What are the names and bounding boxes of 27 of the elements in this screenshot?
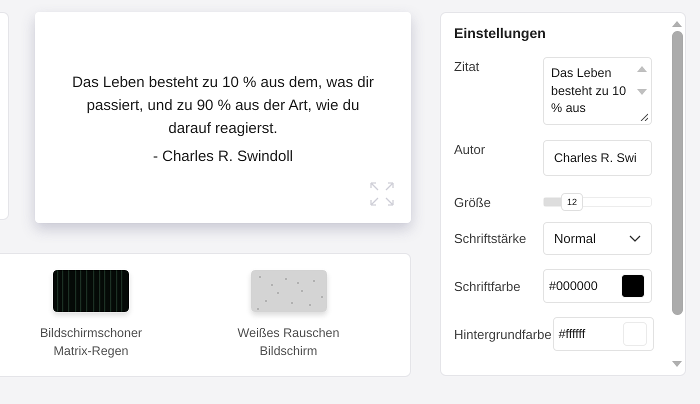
screensaver-title[interactable]: Bildschirmschoner Matrix-Regen — [26, 324, 156, 360]
quote-author: - Charles R. Swindoll — [152, 148, 293, 164]
field-label: Hintergrundfarbe — [454, 326, 552, 342]
scroll-down-icon[interactable] — [672, 361, 682, 367]
author-field[interactable]: Charles R. Swi — [543, 140, 652, 176]
settings-title: Einstellungen — [454, 25, 547, 41]
field-label: Schriftstärke — [454, 231, 528, 246]
color-field[interactable]: #ffffff — [552, 317, 654, 351]
size-slider[interactable]: 12 — [543, 191, 652, 213]
field-label: Größe — [454, 194, 492, 210]
color-field[interactable]: #000000 — [543, 269, 652, 303]
chevron-down-icon — [629, 235, 641, 242]
resize-handle-icon[interactable] — [640, 113, 648, 121]
scroll-down-icon[interactable] — [637, 89, 647, 95]
quote-text: Das Leben besteht zu 10 % aus dem, was dir passiert, und zu 90 % aus der Art, wie du darauf reagierst. — [71, 72, 375, 138]
quote-field[interactable]: Das Leben besteht zu 10 % aus — [543, 57, 652, 125]
expand-icon[interactable] — [369, 181, 395, 207]
field-label: Zitat — [454, 59, 480, 74]
slider-handle[interactable]: 12 — [560, 193, 583, 211]
screensaver-title[interactable]: Weißes Rauschen Bildschirm — [224, 324, 354, 360]
scrollbar-thumb[interactable] — [672, 31, 682, 315]
field-label: Autor — [454, 142, 486, 157]
field-label: Schriftfarbe — [454, 278, 522, 294]
scroll-up-icon[interactable] — [672, 21, 682, 27]
scroll-up-icon[interactable] — [637, 66, 647, 72]
weight-dropdown[interactable]: Normal — [543, 222, 652, 255]
color-swatch[interactable] — [621, 274, 645, 298]
